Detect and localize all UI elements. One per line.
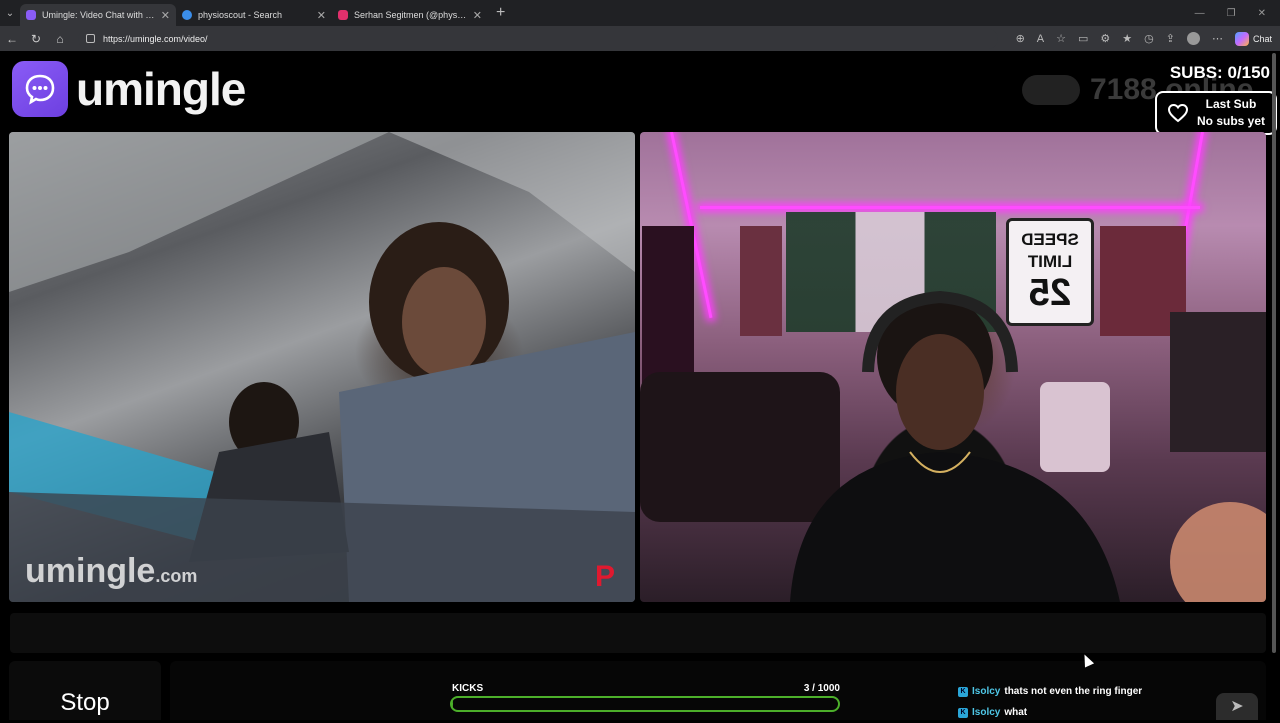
stranger-video: umingle.com P — [9, 132, 635, 602]
tab-title: Umingle: Video Chat with Stra — [42, 10, 155, 20]
favorite-star-icon[interactable]: ☆ — [1056, 32, 1066, 45]
logo-text: umingle — [76, 63, 246, 115]
chat-message-input[interactable] — [10, 613, 1266, 653]
profile-avatar[interactable] — [1186, 32, 1200, 45]
self-video: SPEED LIMIT 25 — [640, 132, 1266, 602]
page-scrollbar[interactable] — [1270, 51, 1278, 661]
tab-title: physioscout - Search — [198, 10, 283, 20]
close-tab-icon[interactable]: ✕ — [317, 9, 326, 22]
tab-instagram[interactable]: Serhan Segitmen (@physioscout) ✕ — [332, 4, 488, 26]
browser-tab-bar: ⌄ Umingle: Video Chat with Stra ✕ physio… — [0, 0, 1280, 26]
read-aloud-icon[interactable]: A — [1037, 33, 1044, 45]
last-sub-value: No subs yet — [1197, 114, 1266, 128]
send-arrow-button[interactable]: ➤ — [1216, 693, 1258, 720]
copilot-chat-button[interactable]: Chat — [1234, 31, 1272, 46]
minimize-icon[interactable]: — — [1195, 8, 1205, 19]
watermark-suffix: .com — [155, 566, 198, 586]
umingle-page: umingle 7188 online SUBS: 0/150 Last Sub… — [0, 51, 1280, 720]
new-tab-plus-icon[interactable]: + — [488, 4, 513, 22]
url-field[interactable]: https://umingle.com/video/ — [78, 28, 998, 49]
kicks-count: 3 / 1000 — [803, 683, 840, 694]
close-window-icon[interactable]: ✕ — [1258, 8, 1266, 19]
refresh-icon[interactable]: ↻ — [24, 32, 48, 46]
control-bar: Stop KICKS 3 / 1000 K Isolcy thats not e… — [0, 661, 1280, 720]
home-icon[interactable]: ⌂ — [48, 32, 72, 46]
more-menu-icon[interactable]: ⋯ — [1212, 32, 1223, 45]
share-icon[interactable]: ⇪ — [1166, 32, 1175, 45]
media-icon[interactable]: ▭ — [1078, 32, 1088, 45]
instagram-favicon-icon — [338, 10, 348, 20]
online-toggle[interactable] — [1022, 75, 1080, 105]
kicks-progress-bar — [450, 696, 840, 712]
watermark-text: umingle — [25, 552, 156, 590]
extensions-icon[interactable]: ⚙ — [1100, 32, 1110, 45]
zoom-icon[interactable]: ⊕ — [1016, 32, 1025, 45]
favorites-icon[interactable]: ★ — [1122, 32, 1132, 45]
back-arrow-icon[interactable]: ← — [0, 32, 24, 46]
scrollbar-thumb[interactable] — [1272, 53, 1276, 653]
restore-icon[interactable]: ❐ — [1227, 8, 1236, 19]
tent-scene-graphic — [9, 132, 635, 602]
kick-badge-icon: K — [958, 686, 968, 697]
tab-umingle[interactable]: Umingle: Video Chat with Stra ✕ — [20, 4, 176, 26]
chat-bubble-icon — [12, 61, 68, 117]
lock-icon — [86, 34, 95, 43]
chat-text: thats not even the ring finger — [1004, 686, 1143, 697]
p-logo-icon: P — [595, 560, 616, 593]
url-text: https://umingle.com/video/ — [103, 33, 208, 44]
umingle-favicon-icon — [26, 10, 36, 20]
umingle-watermark: umingle.com — [25, 552, 197, 591]
search-favicon-icon — [182, 10, 192, 20]
room-scene-graphic — [640, 290, 1266, 602]
tab-list-chevron-icon[interactable]: ⌄ — [0, 0, 20, 26]
close-tab-icon[interactable]: ✕ — [161, 9, 170, 22]
kicks-progress-fill — [452, 698, 454, 710]
umingle-logo[interactable]: umingle — [12, 61, 246, 117]
chat-feed: K Isolcy thats not even the ring finger … — [958, 681, 1142, 723]
stop-button[interactable]: Stop — [9, 661, 161, 720]
copilot-icon — [1234, 31, 1249, 46]
address-bar: ← ↻ ⌂ https://umingle.com/video/ ⊕ A ☆ ▭… — [0, 26, 1280, 51]
heart-icon — [1167, 103, 1189, 123]
last-sub-title: Last Sub — [1205, 97, 1257, 111]
chat-username[interactable]: Isolcy — [972, 681, 1000, 702]
chat-message: K Isolcy thats not even the ring finger — [958, 681, 1142, 702]
tab-physioscout-search[interactable]: physioscout - Search ✕ — [176, 4, 332, 26]
kick-badge-icon: K — [958, 707, 968, 718]
last-sub-box: Last Sub No subs yet — [1155, 91, 1277, 135]
kicks-label: KICKS — [452, 683, 484, 694]
tab-title: Serhan Segitmen (@physioscout) — [354, 10, 467, 20]
close-tab-icon[interactable]: ✕ — [473, 9, 482, 22]
chat-label: Chat — [1252, 33, 1272, 44]
subs-counter: SUBS: 0/150 — [1169, 63, 1270, 82]
history-icon[interactable]: ◷ — [1144, 32, 1154, 45]
